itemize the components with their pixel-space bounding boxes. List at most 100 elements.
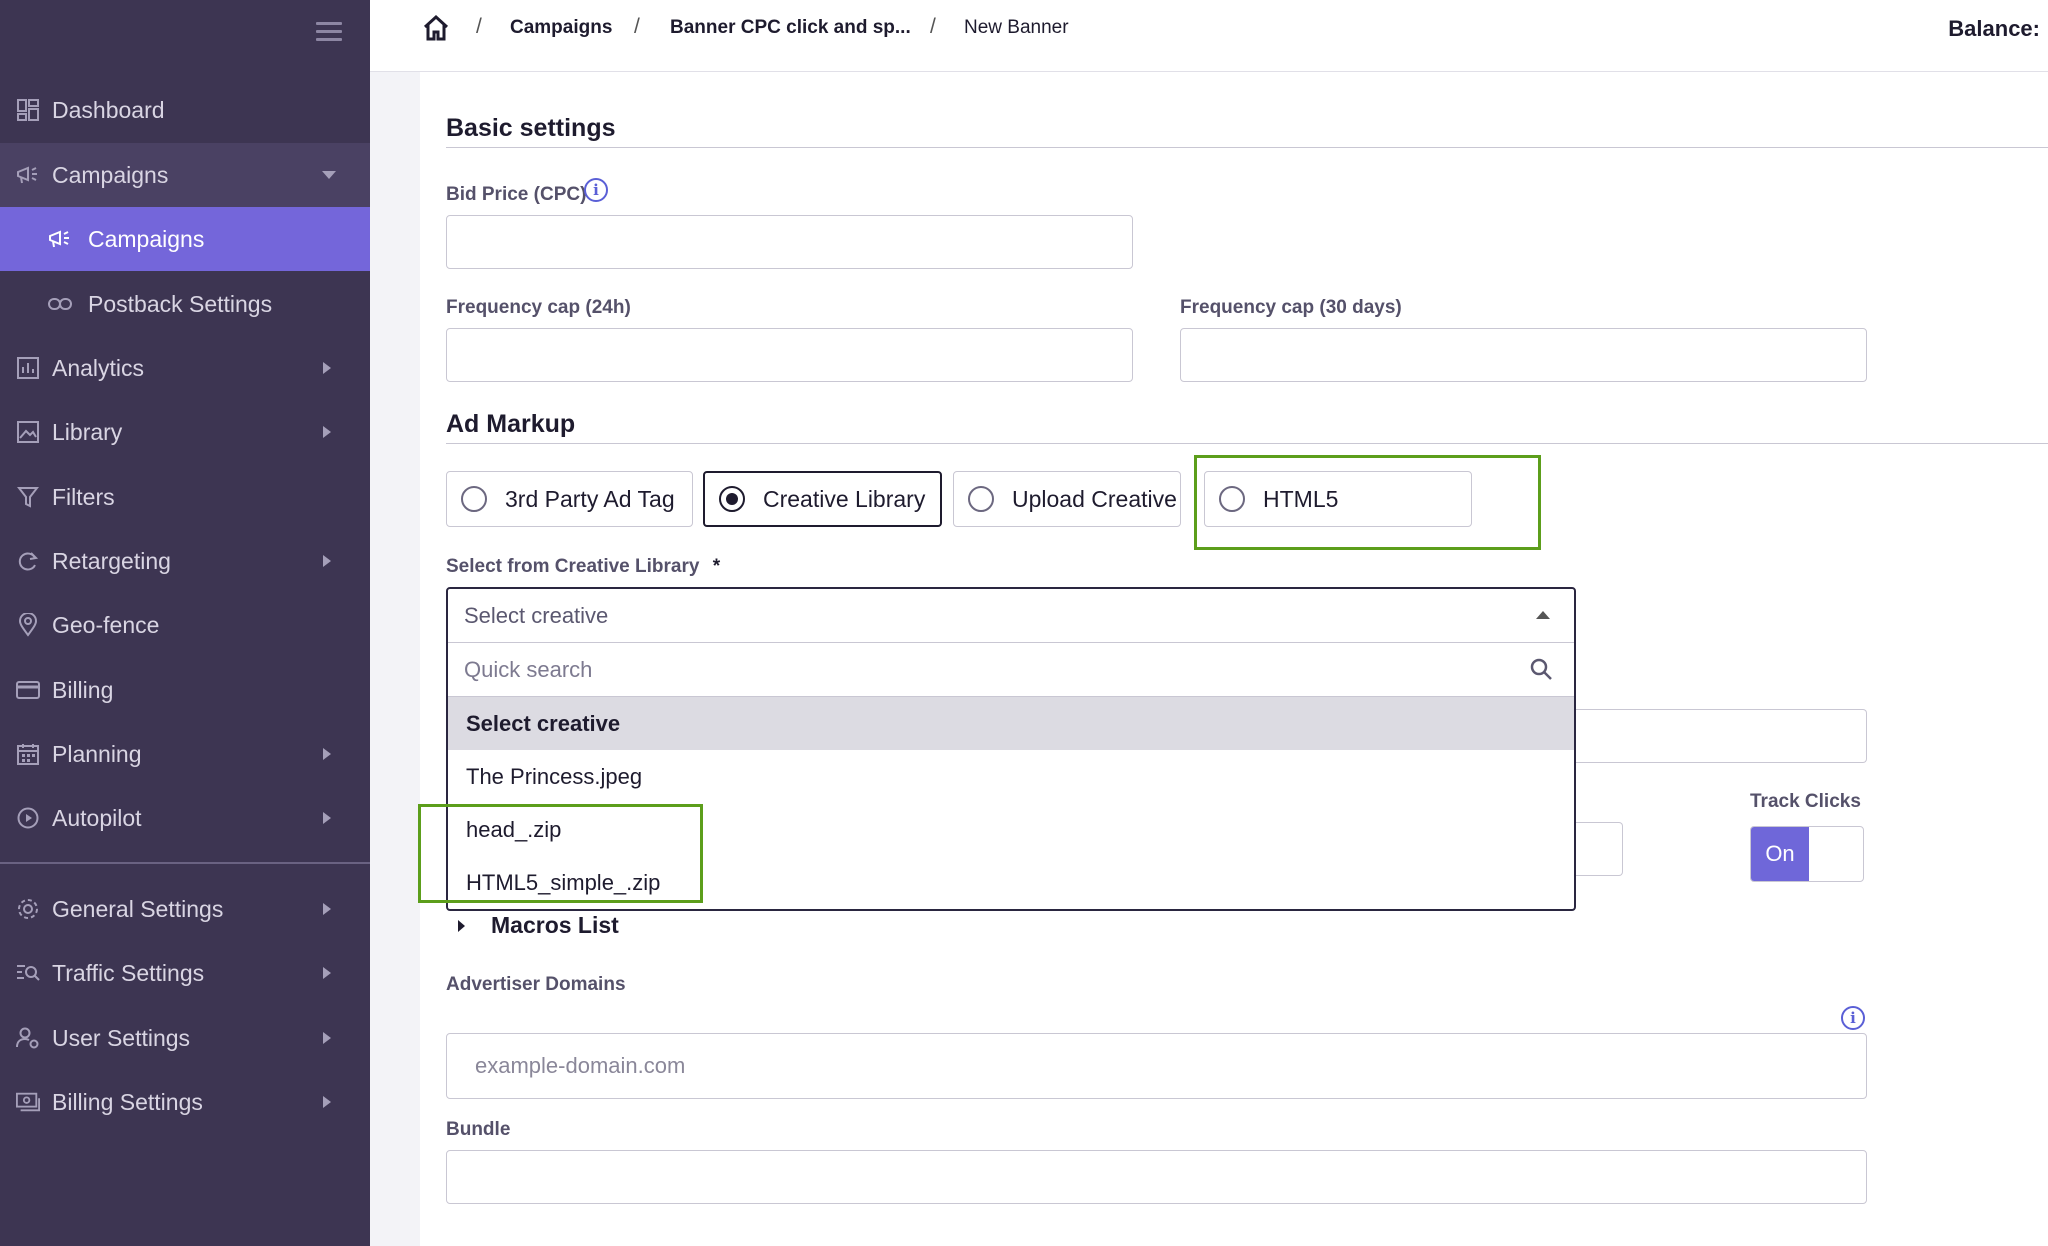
- image-icon: [16, 420, 40, 444]
- sidebar-item-retargeting[interactable]: Retargeting: [0, 529, 370, 593]
- bundle-input[interactable]: [446, 1150, 1867, 1204]
- traffic-search-icon: [16, 961, 40, 985]
- chevron-right-icon: [323, 903, 331, 915]
- chevron-right-icon: [323, 812, 331, 824]
- megaphone-icon: [48, 227, 72, 251]
- home-icon[interactable]: [422, 14, 450, 42]
- sidebar-item-label: Filters: [52, 483, 115, 510]
- frequency-cap-30d-input[interactable]: [1180, 328, 1867, 382]
- chevron-right-icon: [323, 362, 331, 374]
- top-bar: / Campaigns / Banner CPC click and sp...…: [370, 0, 2048, 72]
- basic-settings-title: Basic settings: [446, 114, 616, 142]
- sidebar-item-label: Library: [52, 418, 123, 445]
- hidden-field-input[interactable]: [1560, 709, 1867, 763]
- breadcrumb-current: New Banner: [964, 17, 1069, 38]
- chevron-right-icon: [323, 555, 331, 567]
- advertiser-domains-label: Advertiser Domains: [446, 974, 626, 995]
- sidebar-divider: [0, 862, 370, 864]
- sidebar-item-traffic-settings[interactable]: Traffic Settings: [0, 941, 370, 1005]
- creative-select-value[interactable]: Select creative: [448, 589, 1574, 643]
- location-pin-icon: [16, 613, 40, 637]
- breadcrumb-separator: /: [634, 15, 640, 38]
- required-mark: *: [712, 556, 721, 577]
- bundle-label: Bundle: [446, 1119, 511, 1140]
- sidebar-item-planning[interactable]: Planning: [0, 722, 370, 786]
- refresh-icon: [16, 549, 40, 573]
- play-circle-icon: [16, 806, 40, 830]
- radio-3rd-party-ad-tag[interactable]: 3rd Party Ad Tag: [446, 471, 693, 527]
- ad-markup-title: Ad Markup: [446, 410, 576, 438]
- info-icon[interactable]: i: [1841, 1006, 1865, 1030]
- chevron-right-icon: [323, 1096, 331, 1108]
- section-divider: [446, 147, 2048, 148]
- quick-search-input[interactable]: Quick search: [448, 643, 1574, 697]
- balance-label: Balance:: [1948, 16, 2040, 41]
- radio-creative-library[interactable]: Creative Library: [703, 471, 942, 527]
- radio-label: Upload Creative: [1012, 485, 1177, 512]
- bid-price-label: Bid Price (CPC): [446, 184, 587, 205]
- sidebar-item-label: Traffic Settings: [52, 959, 205, 986]
- bid-price-input[interactable]: [446, 215, 1133, 269]
- gear-icon: [16, 897, 40, 921]
- sidebar: Dashboard Campaigns Campaigns Postback S…: [0, 0, 370, 1246]
- chevron-right-icon: [323, 426, 331, 438]
- sidebar-item-label: General Settings: [52, 895, 224, 922]
- radio-label: Creative Library: [763, 485, 926, 512]
- credit-card-icon: [16, 678, 40, 702]
- breadcrumb-campaigns[interactable]: Campaigns: [510, 17, 612, 39]
- sidebar-item-label: Postback Settings: [88, 290, 273, 317]
- sidebar-item-analytics[interactable]: Analytics: [0, 336, 370, 400]
- sidebar-item-geo-fence[interactable]: Geo-fence: [0, 593, 370, 657]
- frequency-cap-24h-input[interactable]: [446, 328, 1133, 382]
- sidebar-item-label: Planning: [52, 740, 142, 767]
- calendar-icon: [16, 742, 40, 766]
- sidebar-item-general-settings[interactable]: General Settings: [0, 877, 370, 941]
- sidebar-item-label: Geo-fence: [52, 611, 160, 638]
- sidebar-item-autopilot[interactable]: Autopilot: [0, 786, 370, 850]
- dropdown-option[interactable]: The Princess.jpeg: [448, 750, 1574, 803]
- sidebar-item-campaigns[interactable]: Campaigns: [0, 143, 370, 207]
- sidebar-subitem-postback-settings[interactable]: Postback Settings: [0, 272, 370, 336]
- creative-library-label-text: Select from Creative Library: [446, 556, 700, 577]
- sidebar-item-label: Analytics: [52, 354, 145, 381]
- radio-button-selected: [719, 486, 745, 512]
- filter-icon: [16, 485, 40, 509]
- sidebar-item-filters[interactable]: Filters: [0, 465, 370, 529]
- hamburger-menu-icon[interactable]: [316, 22, 342, 42]
- radio-button: [968, 486, 994, 512]
- user-gear-icon: [16, 1026, 40, 1050]
- money-icon: [16, 1090, 40, 1114]
- sidebar-item-billing-settings[interactable]: Billing Settings: [0, 1070, 370, 1134]
- toggle-on-label: On: [1751, 827, 1809, 881]
- dropdown-option[interactable]: Select creative: [448, 697, 1574, 750]
- sidebar-item-label: Campaigns: [52, 161, 169, 188]
- breadcrumb-campaign-name[interactable]: Banner CPC click and sp...: [670, 17, 911, 39]
- link-icon: [48, 292, 72, 316]
- macros-list-toggle[interactable]: Macros List: [458, 912, 619, 939]
- sidebar-item-label: Billing: [52, 676, 114, 703]
- search-placeholder: Quick search: [464, 656, 593, 682]
- sidebar-item-dashboard[interactable]: Dashboard: [0, 78, 370, 142]
- creative-library-label: Select from Creative Library *: [446, 556, 720, 578]
- sidebar-item-label: Retargeting: [52, 547, 171, 574]
- megaphone-icon: [16, 163, 40, 187]
- sidebar-item-billing[interactable]: Billing: [0, 658, 370, 722]
- sidebar-item-label: Autopilot: [52, 804, 142, 831]
- advertiser-domains-placeholder: example-domain.com: [475, 1053, 686, 1078]
- sidebar-item-user-settings[interactable]: User Settings: [0, 1006, 370, 1070]
- advertiser-domains-input[interactable]: example-domain.com: [446, 1033, 1867, 1099]
- track-clicks-label: Track Clicks: [1750, 791, 1861, 812]
- chevron-right-icon: [323, 748, 331, 760]
- sidebar-item-label: Billing Settings: [52, 1088, 203, 1115]
- sidebar-subitem-campaigns[interactable]: Campaigns: [0, 207, 370, 271]
- track-clicks-toggle[interactable]: On: [1750, 826, 1864, 882]
- radio-label: 3rd Party Ad Tag: [505, 485, 675, 512]
- info-icon[interactable]: i: [584, 178, 608, 202]
- frequency-cap-30d-label: Frequency cap (30 days): [1180, 297, 1402, 318]
- radio-upload-creative[interactable]: Upload Creative: [953, 471, 1181, 527]
- dashboard-icon: [16, 98, 40, 122]
- select-value-text: Select creative: [464, 602, 609, 628]
- sidebar-item-library[interactable]: Library: [0, 400, 370, 464]
- section-divider: [446, 443, 2048, 444]
- chevron-right-icon: [323, 967, 331, 979]
